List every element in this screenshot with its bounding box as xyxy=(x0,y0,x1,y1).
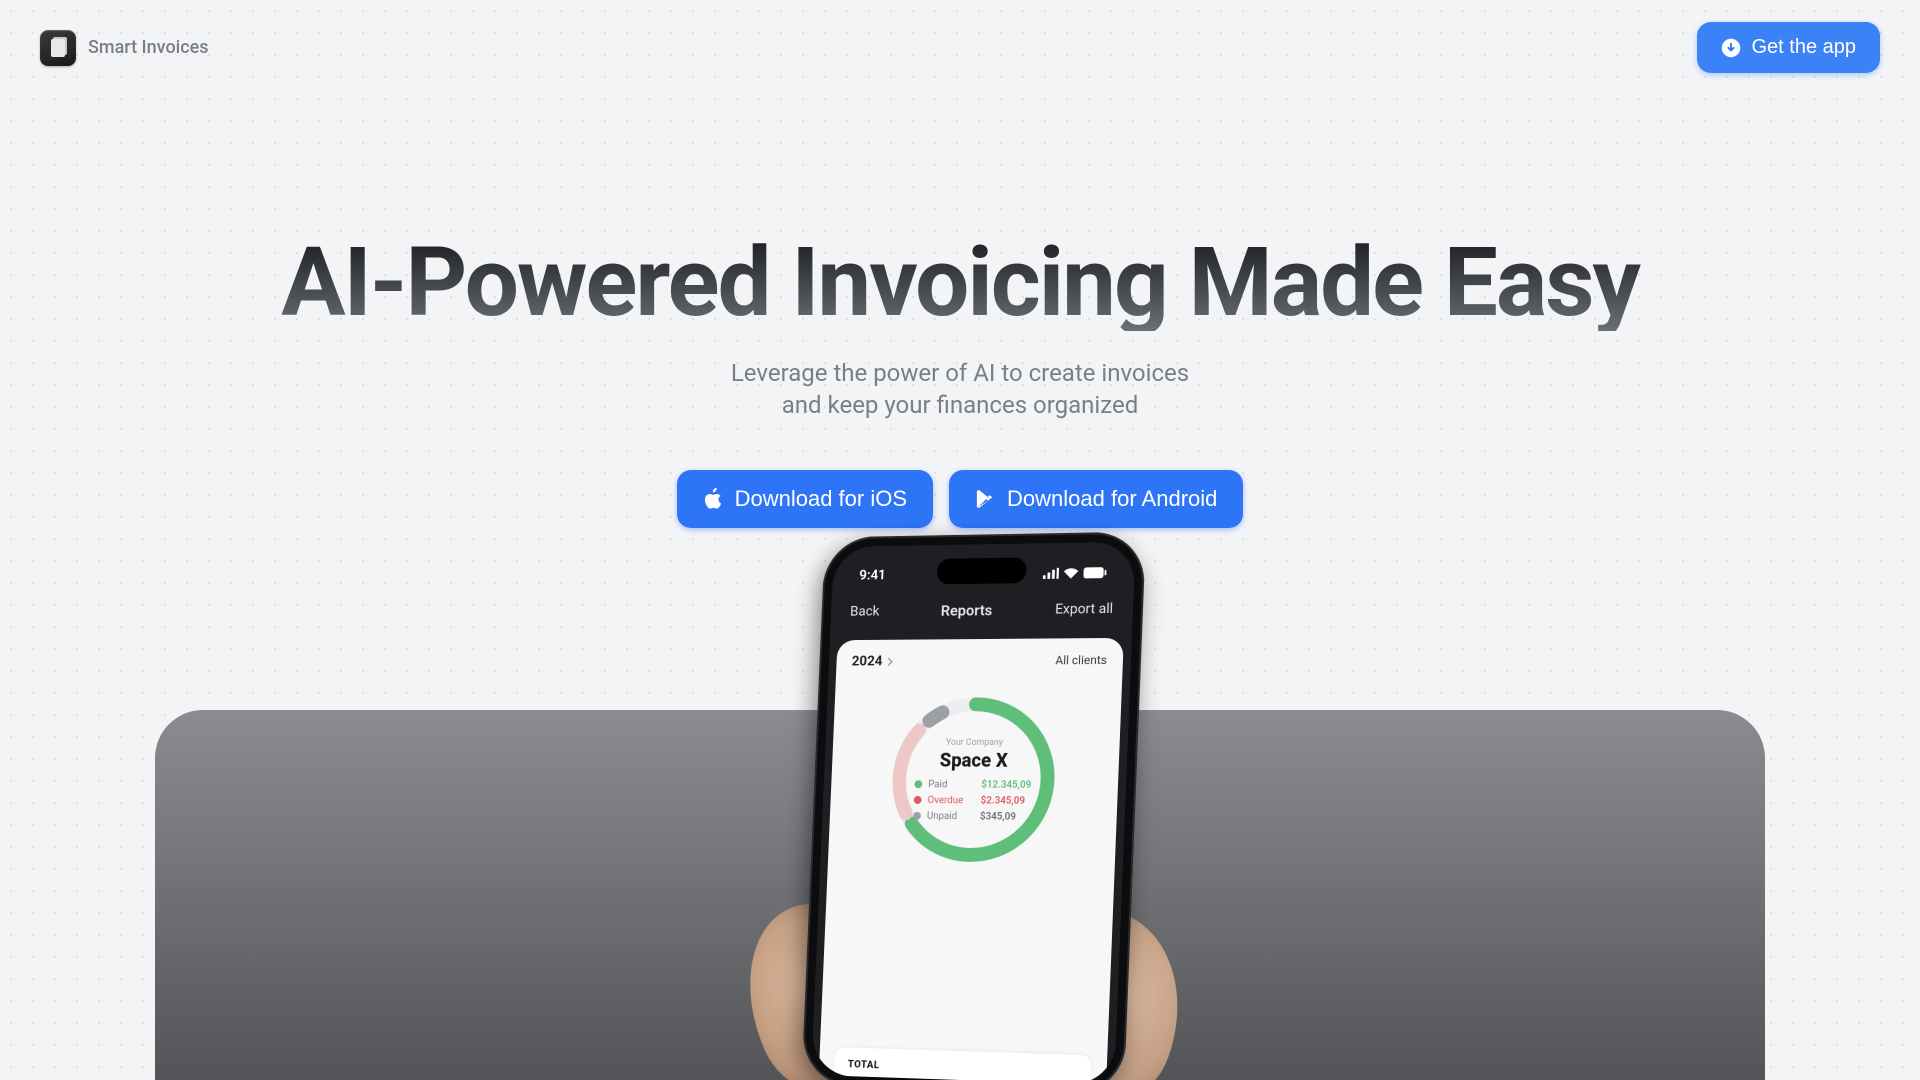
download-ios-button[interactable]: Download for iOS xyxy=(677,470,933,528)
download-android-button[interactable]: Download for Android xyxy=(949,470,1243,528)
company-label: Your Company xyxy=(946,737,1003,747)
wifi-icon xyxy=(1064,567,1079,578)
legend-overdue: Overdue· $2.345,09 xyxy=(914,795,1031,807)
nav-title: Reports xyxy=(940,601,992,619)
download-circle-icon xyxy=(1721,38,1741,58)
cellular-icon xyxy=(1043,567,1060,578)
brand-name: Smart Invoices xyxy=(88,37,209,58)
cta-ios-label: Download for iOS xyxy=(735,486,907,512)
legend-paid: Paid· $12.345,09 xyxy=(914,779,1031,791)
get-the-app-button[interactable]: Get the app xyxy=(1697,22,1880,73)
total-card: TOTAL xyxy=(834,1047,1091,1080)
hero-phone-stage: 9:41 Back Reports Export all 2024 xyxy=(0,580,1920,1080)
phone-mockup: 9:41 Back Reports Export all 2024 xyxy=(801,532,1146,1080)
get-the-app-label: Get the app xyxy=(1751,36,1856,59)
hero-title: AI-Powered Invoicing Made Easy xyxy=(0,235,1920,331)
clients-filter[interactable]: All clients xyxy=(1055,653,1107,667)
year-selector[interactable]: 2024 xyxy=(851,653,895,669)
dynamic-island xyxy=(936,557,1027,584)
apple-icon xyxy=(703,488,723,510)
chevron-right-icon xyxy=(886,657,895,666)
status-icons xyxy=(1043,567,1107,579)
app-logo-icon xyxy=(40,30,76,66)
report-donut-chart: Your Company Space X Paid· $12.345,09 xyxy=(882,690,1065,870)
battery-icon xyxy=(1083,567,1106,578)
legend-unpaid: Unpaid· $345,09 xyxy=(913,810,1030,822)
brand: Smart Invoices xyxy=(40,30,209,66)
nav-back[interactable]: Back xyxy=(850,604,880,620)
company-name: Space X xyxy=(939,748,1008,771)
cta-android-label: Download for Android xyxy=(1007,486,1217,512)
nav-export-all[interactable]: Export all xyxy=(1055,601,1114,618)
hero-subtitle: Leverage the power of AI to create invoi… xyxy=(0,357,1920,422)
google-play-icon xyxy=(975,488,995,510)
status-time: 9:41 xyxy=(859,567,886,583)
